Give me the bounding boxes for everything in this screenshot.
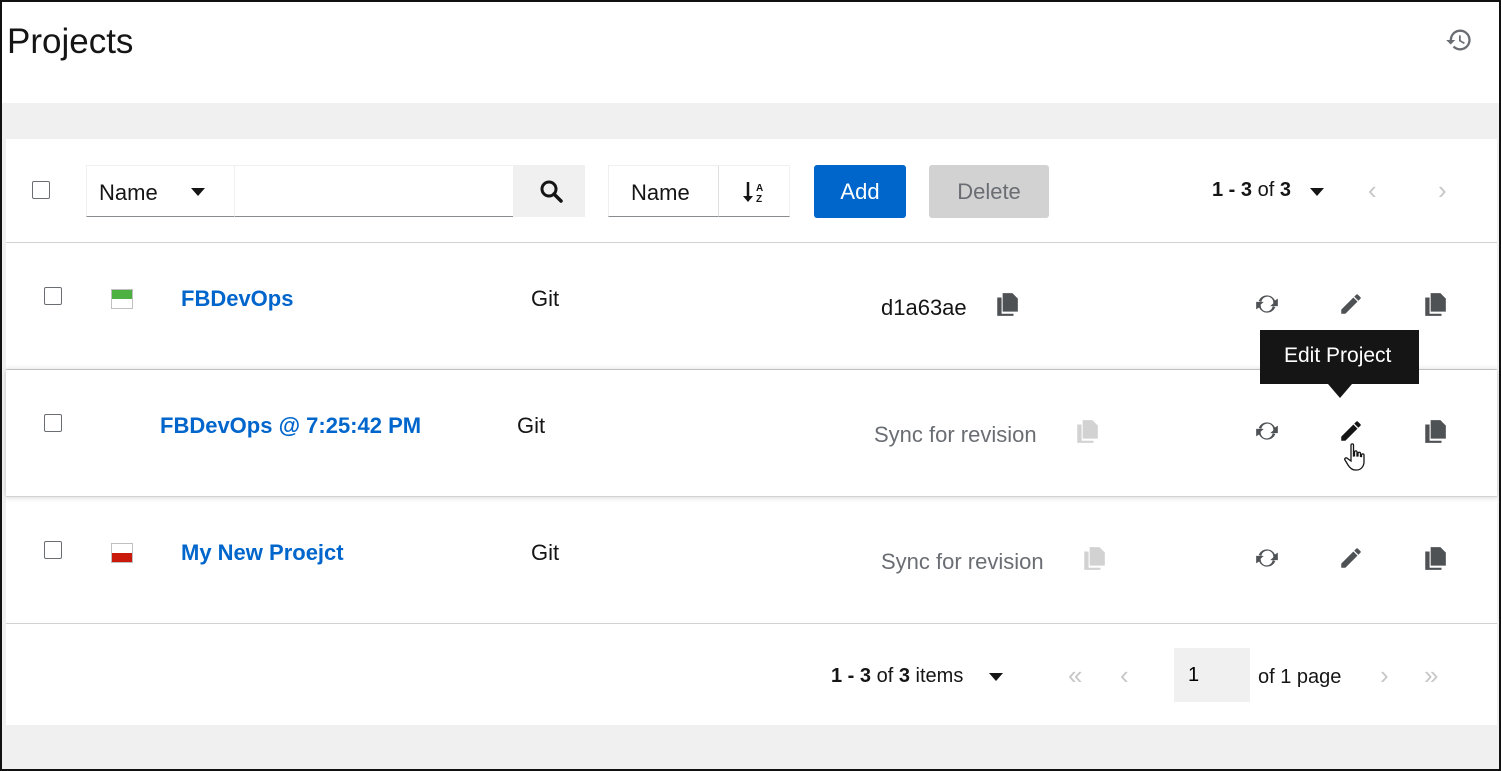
chevron-left-icon[interactable]: ‹ [1368, 175, 1377, 206]
copy-icon[interactable] [1422, 545, 1448, 571]
sort-attribute-label: Name [631, 180, 690, 205]
row-checkbox[interactable] [44, 287, 62, 305]
project-name-link[interactable]: My New Proejct [181, 540, 344, 566]
caret-down-icon[interactable] [989, 673, 1003, 681]
project-type: Git [517, 413, 546, 438]
status-icon-successful [111, 289, 133, 309]
add-button[interactable]: Add [814, 165, 906, 218]
caret-down-icon [191, 188, 205, 196]
hand-cursor-icon [1344, 443, 1365, 471]
edit-project-tooltip: Edit Project [1260, 330, 1419, 384]
pagination-of: of [1257, 179, 1275, 201]
pencil-icon[interactable] [1338, 545, 1364, 571]
of-pages-label: of 1 page [1258, 666, 1342, 688]
project-name-link[interactable]: FBDevOps [181, 286, 293, 312]
first-page-icon[interactable]: « [1068, 660, 1082, 691]
table-row: My New Proejct Git Sync for revision [6, 497, 1497, 624]
tooltip-arrow [1328, 384, 1352, 398]
page-title: Projects [7, 22, 134, 61]
copy-icon [1077, 420, 1098, 443]
select-all-checkbox[interactable] [32, 181, 50, 199]
filter-attribute-label: Name [99, 180, 158, 205]
sync-icon[interactable] [1254, 545, 1280, 571]
search-input[interactable] [234, 165, 513, 217]
row-checkbox[interactable] [44, 414, 62, 432]
project-name-link[interactable]: FBDevOps @ 7:25:42 PM [160, 413, 421, 439]
project-revision: d1a63ae [881, 295, 967, 320]
table-row: FBDevOps @ 7:25:42 PM Git Sync for revis… [6, 370, 1497, 497]
copy-icon [1084, 547, 1105, 570]
delete-button[interactable]: Delete [929, 165, 1049, 218]
sort-direction-button[interactable]: A Z [718, 165, 790, 217]
chevron-right-icon[interactable]: › [1380, 660, 1389, 691]
page-number-input[interactable] [1174, 648, 1250, 702]
footer-pagination-toggle[interactable]: 1 - 3 of 3 items [831, 665, 963, 688]
footer-of: of [876, 665, 894, 687]
row-checkbox[interactable] [44, 541, 62, 559]
sort-alpha-down-icon: A Z [743, 182, 763, 204]
copy-icon[interactable] [1422, 291, 1448, 317]
search-button[interactable] [513, 165, 585, 217]
chevron-left-icon[interactable]: ‹ [1120, 660, 1129, 691]
pencil-icon[interactable] [1338, 418, 1364, 444]
chevron-right-icon[interactable]: › [1438, 175, 1447, 206]
filter-attribute-select[interactable]: Name [86, 165, 234, 217]
status-fill [112, 290, 132, 299]
copy-icon[interactable] [1422, 418, 1448, 444]
project-revision: Sync for revision [874, 422, 1037, 447]
sync-icon[interactable] [1254, 291, 1280, 317]
status-fill [112, 553, 132, 562]
footer-range: 1 - 3 [831, 665, 872, 687]
pagination-toggle[interactable]: 1 - 3 of 3 [1212, 179, 1291, 202]
toolbar: Name Name A Z Add Delete 1 - 3 of 3 ‹ › [6, 139, 1497, 243]
project-revision: Sync for revision [881, 549, 1044, 574]
footer-items-label: items [915, 665, 964, 687]
status-icon-failed [111, 543, 133, 563]
pencil-icon[interactable] [1338, 291, 1364, 317]
sync-icon[interactable] [1254, 418, 1280, 444]
svg-text:A: A [756, 183, 763, 194]
projects-card: Name Name A Z Add Delete 1 - 3 of 3 ‹ › … [6, 139, 1497, 725]
project-type: Git [531, 540, 560, 565]
pagination-total: 3 [1279, 179, 1291, 201]
project-type: Git [531, 286, 560, 311]
pagination-range: 1 - 3 [1212, 179, 1253, 201]
sort-attribute-select[interactable]: Name [608, 165, 718, 217]
search-icon [540, 180, 563, 203]
svg-text:Z: Z [756, 194, 762, 204]
caret-down-icon[interactable] [1310, 188, 1324, 196]
last-page-icon[interactable]: » [1424, 660, 1438, 691]
footer-total: 3 [898, 665, 910, 687]
copy-icon[interactable] [994, 291, 1020, 317]
history-icon[interactable] [1445, 26, 1473, 54]
page-header: Projects [2, 2, 1499, 103]
